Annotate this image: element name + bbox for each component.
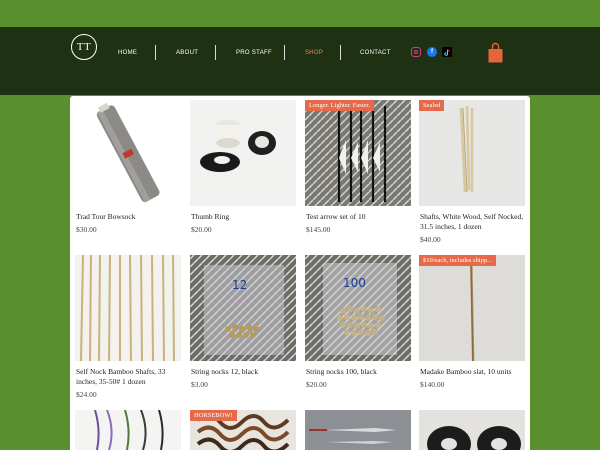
product-ribbon: Sealed: [419, 100, 445, 111]
tiktok-icon[interactable]: [442, 47, 452, 57]
product-image-arrowheads[interactable]: [305, 410, 411, 450]
product-image-test-arrows[interactable]: Longer. Lighter. Faster.: [305, 100, 411, 206]
product-name[interactable]: Madake Bamboo slat, 10 units: [420, 367, 528, 377]
nav-contact[interactable]: CONTACT: [360, 44, 391, 62]
product-image-bowsock[interactable]: [75, 100, 181, 206]
product-image-white-wood-shafts[interactable]: Sealed: [419, 100, 525, 206]
product-name[interactable]: Thumb Ring: [191, 212, 299, 222]
product-image-string-nocks-100[interactable]: 100: [305, 255, 411, 361]
product-name[interactable]: Test arrow set of 10: [306, 212, 414, 222]
nav-divider: [155, 45, 156, 60]
product-image-horsebow[interactable]: HORSEBOW!: [190, 410, 296, 450]
facebook-icon[interactable]: f: [427, 47, 437, 57]
product-name[interactable]: String nocks 12, black: [191, 367, 299, 377]
product-price: $30.00: [76, 225, 97, 234]
product-image-thumb-ring[interactable]: [190, 100, 296, 206]
product-name[interactable]: Shafts, White Wood, Self Nocked, 31.5 in…: [420, 212, 528, 232]
svg-text:12: 12: [232, 278, 247, 292]
product-name[interactable]: String nocks 100, black: [306, 367, 414, 377]
product-name[interactable]: Trad Tour Bowsock: [76, 212, 184, 222]
nav-divider: [340, 45, 341, 60]
top-strip: [0, 0, 600, 27]
product-price: $20.00: [306, 380, 327, 389]
svg-text:100: 100: [343, 276, 366, 290]
product-ribbon: $10/each, includes shipp...: [419, 255, 496, 266]
nav-about[interactable]: ABOUT: [176, 44, 198, 62]
instagram-icon[interactable]: [411, 47, 421, 57]
product-price: $3.00: [191, 380, 208, 389]
product-ribbon: Longer. Lighter. Faster.: [305, 100, 374, 111]
nav-divider: [215, 45, 216, 60]
nav-home[interactable]: HOME: [118, 44, 137, 62]
product-price: $145.00: [306, 225, 331, 234]
product-name[interactable]: Self Nock Bamboo Shafts, 33 inches, 35-5…: [76, 367, 184, 387]
product-price: $140.00: [420, 380, 445, 389]
product-image-bamboo-shafts[interactable]: [75, 255, 181, 361]
product-image-string-nocks-12[interactable]: 12: [190, 255, 296, 361]
product-image-bows[interactable]: [75, 410, 181, 450]
product-price: $40.00: [420, 235, 441, 244]
product-image-bamboo-slat[interactable]: $10/each, includes shipp...: [419, 255, 525, 361]
product-gallery: Trad Tour Bowsock $30.00 Thumb Ring $20.…: [70, 96, 530, 450]
product-price: $24.00: [76, 390, 97, 399]
product-price: $20.00: [191, 225, 212, 234]
nav-divider: [284, 45, 285, 60]
shopping-bag-icon[interactable]: [488, 42, 503, 63]
nav-pro-staff[interactable]: PRO STAFF: [236, 44, 272, 62]
product-ribbon: HORSEBOW!: [190, 410, 237, 421]
site-logo[interactable]: TT: [71, 34, 97, 60]
nav-shop[interactable]: SHOP: [305, 44, 323, 62]
product-image-accessories[interactable]: [419, 410, 525, 450]
